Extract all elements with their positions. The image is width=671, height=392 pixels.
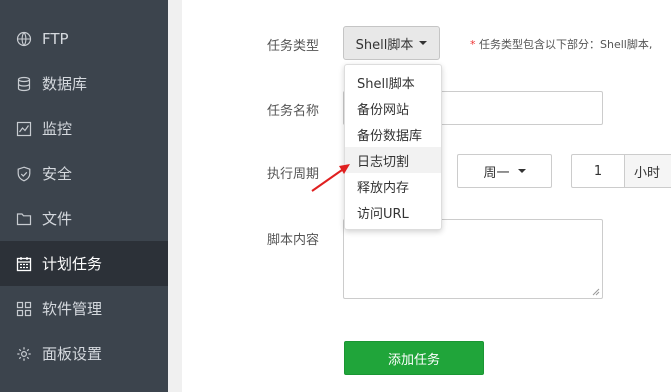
sidebar-item-label: FTP (42, 29, 69, 48)
dropdown-option-release-memory[interactable]: 释放内存 (345, 173, 441, 199)
dropdown-option-backup-site[interactable]: 备份网站 (345, 95, 441, 121)
sidebar-item-database[interactable]: 数据库 (0, 61, 168, 106)
sidebar-item-label: 面板设置 (42, 345, 103, 363)
shield-icon (16, 166, 32, 182)
task-type-note: * 任务类型包含以下部分：Shell脚本, (470, 36, 652, 52)
sidebar-item-cron[interactable]: 计划任务 (0, 241, 168, 286)
globe-icon (16, 31, 32, 47)
task-type-label: 任务类型 (267, 39, 320, 54)
task-type-select[interactable]: Shell脚本 (343, 26, 440, 60)
content-gutter (168, 0, 182, 392)
sidebar-item-label: 数据库 (42, 75, 88, 93)
weekday-value: 周一 (483, 165, 510, 181)
task-type-dropdown: Shell脚本 备份网站 备份数据库 日志切割 释放内存 访问URL (344, 64, 442, 230)
weekday-select[interactable]: 周一 (457, 154, 552, 188)
hour-unit-label: 小时 (624, 155, 671, 187)
calendar-icon (16, 256, 32, 272)
folder-icon (16, 211, 32, 227)
sidebar-item-software[interactable]: 软件管理 (0, 286, 168, 331)
apps-icon (16, 301, 32, 317)
sidebar-item-settings[interactable]: 面板设置 (0, 331, 168, 376)
sidebar-item-label: 文件 (42, 210, 73, 228)
add-task-button[interactable]: 添加任务 (344, 341, 484, 375)
hour-field: 1 小时 (571, 154, 671, 188)
gear-icon (16, 346, 32, 362)
sidebar: FTP 数据库 监控 安全 文件 计划任务 软件管理 面板设置 (0, 0, 168, 392)
sidebar-item-label: 计划任务 (42, 255, 103, 273)
required-star: * (470, 38, 476, 51)
sidebar-item-label: 软件管理 (42, 300, 103, 318)
sidebar-item-files[interactable]: 文件 (0, 196, 168, 241)
task-type-value: Shell脚本 (355, 37, 414, 53)
monitor-icon (16, 121, 32, 137)
task-name-label: 任务名称 (267, 104, 320, 119)
dropdown-option-backup-database[interactable]: 备份数据库 (345, 121, 441, 147)
sidebar-item-monitor[interactable]: 监控 (0, 106, 168, 151)
script-label: 脚本内容 (267, 233, 320, 248)
script-textarea[interactable] (343, 219, 603, 299)
sidebar-item-label: 安全 (42, 165, 73, 183)
chevron-down-icon (419, 41, 428, 45)
dropdown-option-shell[interactable]: Shell脚本 (345, 69, 441, 95)
dropdown-option-log-rotate[interactable]: 日志切割 (345, 147, 441, 173)
dropdown-option-visit-url[interactable]: 访问URL (345, 199, 441, 225)
database-icon (16, 76, 32, 92)
hour-input[interactable]: 1 (572, 155, 625, 187)
sidebar-item-ftp[interactable]: FTP (0, 16, 168, 61)
sidebar-item-label: 监控 (42, 120, 73, 138)
task-type-note-text: 任务类型包含以下部分：Shell脚本, (479, 38, 653, 51)
sidebar-item-security[interactable]: 安全 (0, 151, 168, 196)
chevron-down-icon (517, 169, 526, 173)
period-label: 执行周期 (267, 167, 320, 182)
resize-handle-icon[interactable] (592, 288, 600, 296)
